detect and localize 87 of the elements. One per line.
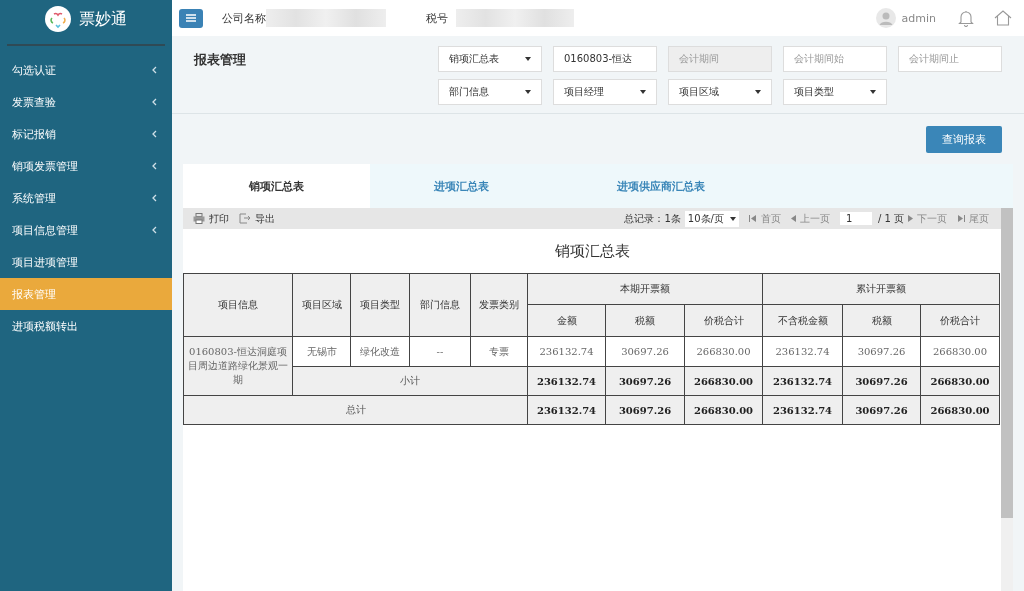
sidebar-item[interactable]: 进项税额转出 (0, 310, 172, 342)
tab[interactable]: 进项汇总表 (370, 164, 553, 208)
column-header: 价税合计 (920, 304, 1000, 337)
company-label: 公司名称 (222, 10, 266, 26)
tab[interactable]: 销项汇总表 (183, 164, 370, 208)
table-cell: 专票 (470, 336, 528, 367)
last-page-icon[interactable] (957, 215, 965, 222)
sidebar-item[interactable]: 系统管理 (0, 182, 172, 214)
table-cell: 266830.00 (684, 366, 763, 396)
tax-label: 税号 (426, 10, 448, 26)
dropdown[interactable]: 销项汇总表 (438, 46, 542, 72)
bell-icon[interactable] (958, 9, 974, 27)
column-header: 项目类型 (350, 273, 410, 337)
column-header: 金额 (527, 304, 606, 337)
table-cell: 236132.74 (762, 336, 843, 367)
column-group-header: 本期开票额 (527, 273, 763, 305)
table-cell: 小计 (292, 366, 528, 396)
previous-page-icon[interactable] (790, 215, 796, 222)
table-cell: 绿化改造 (350, 336, 410, 367)
scrollbar[interactable] (1001, 208, 1013, 591)
first-page-icon[interactable] (748, 215, 757, 222)
printer-icon (193, 213, 205, 224)
next-page-icon[interactable] (908, 215, 913, 222)
dropdown[interactable]: 部门信息 (438, 79, 542, 105)
table-cell: 30697.26 (605, 395, 685, 425)
page-size-dropdown[interactable]: 10条/页 (684, 210, 739, 227)
column-header: 项目区域 (292, 273, 351, 337)
table-cell: 30697.26 (605, 366, 685, 396)
record-count: 总记录：1条 (624, 211, 681, 226)
caret-icon (729, 216, 736, 221)
tab[interactable]: 进项供应商汇总表 (553, 164, 769, 208)
table-cell: 30697.26 (842, 395, 921, 425)
column-header: 不含税金额 (762, 304, 843, 337)
sidebar-item[interactable]: 发票查验 (0, 86, 172, 118)
table-cell: 266830.00 (684, 395, 763, 425)
user-name[interactable]: admin (901, 11, 936, 25)
export-button[interactable]: 导出 (239, 211, 275, 226)
column-header: 部门信息 (409, 273, 471, 337)
table-cell: 236132.74 (762, 366, 843, 396)
table-cell: 266830.00 (920, 395, 1000, 425)
table-cell: 236132.74 (527, 336, 606, 367)
column-header: 税额 (842, 304, 921, 337)
logo-icon (45, 6, 71, 32)
home-icon[interactable] (994, 10, 1012, 26)
menu-icon (186, 14, 196, 22)
sidebar-item[interactable]: 标记报销 (0, 118, 172, 150)
table-cell: 30697.26 (605, 336, 685, 367)
table-cell: 266830.00 (684, 336, 763, 367)
input-field[interactable]: 0160803-恒达 (553, 46, 657, 72)
menu-button[interactable] (179, 8, 203, 28)
table-cell: 30697.26 (842, 336, 921, 367)
print-button[interactable]: 打印 (193, 211, 229, 226)
table-cell: 266830.00 (920, 366, 1000, 396)
sidebar-item[interactable]: 项目进项管理 (0, 246, 172, 278)
table-cell: 0160803-恒达洞庭项目周边道路绿化景观一期 (183, 336, 293, 396)
table-cell: 30697.26 (842, 366, 921, 396)
page-input[interactable]: 1 (839, 212, 872, 225)
dropdown[interactable]: 项目类型 (783, 79, 887, 105)
caret-icon (640, 90, 646, 94)
app-name: 票妙通 (79, 8, 127, 30)
dropdown[interactable]: 项目经理 (553, 79, 657, 105)
column-group-header: 累计开票额 (762, 273, 1000, 305)
sidebar-item[interactable]: 项目信息管理 (0, 214, 172, 246)
table-cell: -- (409, 336, 471, 367)
caret-icon (755, 90, 761, 94)
query-button[interactable]: 查询报表 (926, 126, 1002, 153)
export-icon (239, 213, 251, 224)
column-header: 项目信息 (183, 273, 293, 337)
column-header: 税额 (605, 304, 685, 337)
column-header: 价税合计 (684, 304, 763, 337)
table-cell: 无锡市 (292, 336, 351, 367)
table-cell: 236132.74 (762, 395, 843, 425)
caret-icon (525, 90, 531, 94)
page-total: / 1 页 (877, 211, 904, 226)
caret-icon (525, 57, 531, 61)
sidebar-item[interactable]: 勾选认证 (0, 54, 172, 86)
column-header: 发票类别 (470, 273, 528, 337)
avatar-icon[interactable] (875, 8, 896, 28)
page-title: 报表管理 (194, 51, 247, 69)
report-title: 销项汇总表 (553, 241, 631, 262)
table-cell: 266830.00 (920, 336, 1000, 367)
table-cell: 总计 (183, 395, 528, 425)
dropdown[interactable]: 项目区域 (668, 79, 772, 105)
table-cell: 236132.74 (527, 366, 606, 396)
caret-icon (870, 90, 876, 94)
table-cell: 236132.74 (527, 395, 606, 425)
sidebar-item[interactable]: 销项发票管理 (0, 150, 172, 182)
